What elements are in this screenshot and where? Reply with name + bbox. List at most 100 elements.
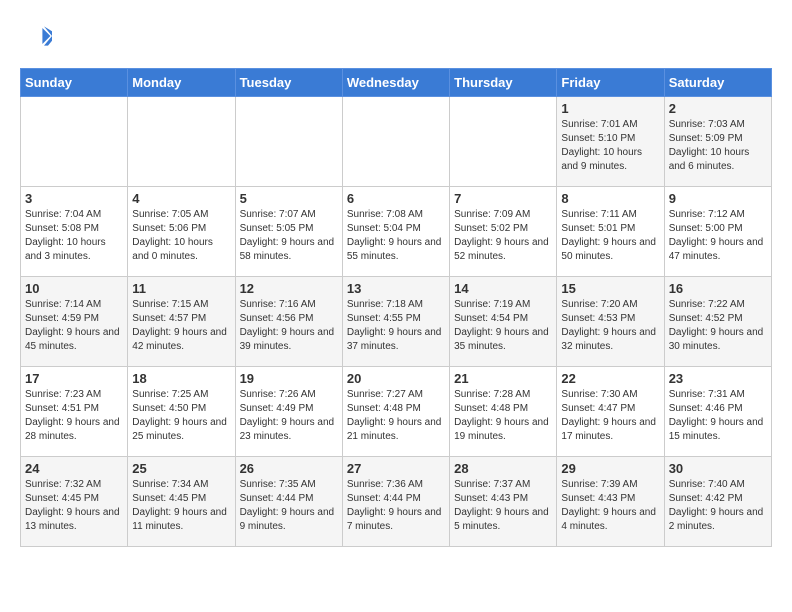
calendar-cell: 15 Sunrise: 7:20 AM Sunset: 4:53 PM Dayli… bbox=[557, 277, 664, 367]
calendar-cell: 26 Sunrise: 7:35 AM Sunset: 4:44 PM Dayli… bbox=[235, 457, 342, 547]
calendar-cell: 4 Sunrise: 7:05 AM Sunset: 5:06 PM Daylig… bbox=[128, 187, 235, 277]
day-number: 15 bbox=[561, 281, 659, 296]
day-number: 13 bbox=[347, 281, 445, 296]
weekday-header-sunday: Sunday bbox=[21, 69, 128, 97]
day-number: 24 bbox=[25, 461, 123, 476]
day-number: 7 bbox=[454, 191, 552, 206]
calendar-cell: 11Sunrise: 7:15 AM Sunset: 4:57 PM Dayli… bbox=[128, 277, 235, 367]
day-number: 10 bbox=[25, 281, 123, 296]
day-info: Sunrise: 7:39 AM Sunset: 4:43 PM Dayligh… bbox=[561, 478, 659, 534]
day-number: 6 bbox=[347, 191, 445, 206]
day-info: Sunrise: 7:37 AM Sunset: 4:43 PM Dayligh… bbox=[454, 478, 552, 534]
logo-icon bbox=[20, 20, 52, 52]
day-info: Sunrise: 7:30 AM Sunset: 4:47 PM Dayligh… bbox=[561, 388, 659, 444]
day-number: 17 bbox=[25, 371, 123, 386]
calendar-cell: 30 Sunrise: 7:40 AM Sunset: 4:42 PM Dayli… bbox=[664, 457, 771, 547]
day-number: 19 bbox=[240, 371, 338, 386]
day-info: Sunrise: 7:07 AM Sunset: 5:05 PM Dayligh… bbox=[240, 208, 338, 264]
day-info: Sunrise: 7:19 AM Sunset: 4:54 PM Dayligh… bbox=[454, 298, 552, 354]
day-info: Sunrise: 7:08 AM Sunset: 5:04 PM Dayligh… bbox=[347, 208, 445, 264]
day-info: Sunrise: 7:35 AM Sunset: 4:44 PM Dayligh… bbox=[240, 478, 338, 534]
day-info: Sunrise: 7:12 AM Sunset: 5:00 PM Dayligh… bbox=[669, 208, 767, 264]
day-number: 27 bbox=[347, 461, 445, 476]
day-info: Sunrise: 7:40 AM Sunset: 4:42 PM Dayligh… bbox=[669, 478, 767, 534]
weekday-header-friday: Friday bbox=[557, 69, 664, 97]
logo bbox=[20, 20, 56, 52]
day-number: 16 bbox=[669, 281, 767, 296]
day-number: 29 bbox=[561, 461, 659, 476]
calendar-cell: 10Sunrise: 7:14 AM Sunset: 4:59 PM Dayli… bbox=[21, 277, 128, 367]
day-info: Sunrise: 7:03 AM Sunset: 5:09 PM Dayligh… bbox=[669, 118, 767, 174]
day-number: 3 bbox=[25, 191, 123, 206]
weekday-header-saturday: Saturday bbox=[664, 69, 771, 97]
day-number: 18 bbox=[132, 371, 230, 386]
day-number: 26 bbox=[240, 461, 338, 476]
weekday-header-thursday: Thursday bbox=[450, 69, 557, 97]
calendar-table: SundayMondayTuesdayWednesdayThursdayFrid… bbox=[20, 68, 772, 547]
day-info: Sunrise: 7:01 AM Sunset: 5:10 PM Dayligh… bbox=[561, 118, 659, 174]
day-info: Sunrise: 7:27 AM Sunset: 4:48 PM Dayligh… bbox=[347, 388, 445, 444]
day-number: 23 bbox=[669, 371, 767, 386]
day-info: Sunrise: 7:16 AM Sunset: 4:56 PM Dayligh… bbox=[240, 298, 338, 354]
calendar-cell: 5 Sunrise: 7:07 AM Sunset: 5:05 PM Daylig… bbox=[235, 187, 342, 277]
day-info: Sunrise: 7:32 AM Sunset: 4:45 PM Dayligh… bbox=[25, 478, 123, 534]
page-header bbox=[20, 20, 772, 52]
day-info: Sunrise: 7:36 AM Sunset: 4:44 PM Dayligh… bbox=[347, 478, 445, 534]
calendar-cell: 20 Sunrise: 7:27 AM Sunset: 4:48 PM Dayli… bbox=[342, 367, 449, 457]
calendar-cell: 29 Sunrise: 7:39 AM Sunset: 4:43 PM Dayli… bbox=[557, 457, 664, 547]
calendar-cell: 8 Sunrise: 7:11 AM Sunset: 5:01 PM Daylig… bbox=[557, 187, 664, 277]
weekday-header-tuesday: Tuesday bbox=[235, 69, 342, 97]
calendar-cell bbox=[128, 97, 235, 187]
calendar-cell: 14 Sunrise: 7:19 AM Sunset: 4:54 PM Dayli… bbox=[450, 277, 557, 367]
calendar-cell: 13 Sunrise: 7:18 AM Sunset: 4:55 PM Dayli… bbox=[342, 277, 449, 367]
calendar-cell: 23 Sunrise: 7:31 AM Sunset: 4:46 PM Dayli… bbox=[664, 367, 771, 457]
day-info: Sunrise: 7:23 AM Sunset: 4:51 PM Dayligh… bbox=[25, 388, 123, 444]
calendar-cell: 16 Sunrise: 7:22 AM Sunset: 4:52 PM Dayli… bbox=[664, 277, 771, 367]
day-info: Sunrise: 7:25 AM Sunset: 4:50 PM Dayligh… bbox=[132, 388, 230, 444]
day-number: 25 bbox=[132, 461, 230, 476]
day-info: Sunrise: 7:31 AM Sunset: 4:46 PM Dayligh… bbox=[669, 388, 767, 444]
calendar-cell: 28 Sunrise: 7:37 AM Sunset: 4:43 PM Dayli… bbox=[450, 457, 557, 547]
day-number: 14 bbox=[454, 281, 552, 296]
calendar-cell: 2 Sunrise: 7:03 AM Sunset: 5:09 PM Daylig… bbox=[664, 97, 771, 187]
day-info: Sunrise: 7:26 AM Sunset: 4:49 PM Dayligh… bbox=[240, 388, 338, 444]
day-number: 1 bbox=[561, 101, 659, 116]
day-number: 2 bbox=[669, 101, 767, 116]
calendar-cell: 24 Sunrise: 7:32 AM Sunset: 4:45 PM Dayli… bbox=[21, 457, 128, 547]
day-number: 11 bbox=[132, 281, 230, 296]
calendar-cell bbox=[342, 97, 449, 187]
day-info: Sunrise: 7:34 AM Sunset: 4:45 PM Dayligh… bbox=[132, 478, 230, 534]
day-number: 5 bbox=[240, 191, 338, 206]
calendar-cell: 19 Sunrise: 7:26 AM Sunset: 4:49 PM Dayli… bbox=[235, 367, 342, 457]
day-info: Sunrise: 7:18 AM Sunset: 4:55 PM Dayligh… bbox=[347, 298, 445, 354]
calendar-cell: 25 Sunrise: 7:34 AM Sunset: 4:45 PM Dayli… bbox=[128, 457, 235, 547]
day-number: 4 bbox=[132, 191, 230, 206]
day-info: Sunrise: 7:09 AM Sunset: 5:02 PM Dayligh… bbox=[454, 208, 552, 264]
calendar-cell: 3 Sunrise: 7:04 AM Sunset: 5:08 PM Daylig… bbox=[21, 187, 128, 277]
calendar-cell: 17 Sunrise: 7:23 AM Sunset: 4:51 PM Dayli… bbox=[21, 367, 128, 457]
day-number: 20 bbox=[347, 371, 445, 386]
day-info: Sunrise: 7:04 AM Sunset: 5:08 PM Dayligh… bbox=[25, 208, 123, 264]
calendar-cell bbox=[235, 97, 342, 187]
calendar-cell: 1 Sunrise: 7:01 AM Sunset: 5:10 PM Daylig… bbox=[557, 97, 664, 187]
day-number: 12 bbox=[240, 281, 338, 296]
calendar-cell: 27 Sunrise: 7:36 AM Sunset: 4:44 PM Dayli… bbox=[342, 457, 449, 547]
day-number: 28 bbox=[454, 461, 552, 476]
day-number: 30 bbox=[669, 461, 767, 476]
weekday-header-monday: Monday bbox=[128, 69, 235, 97]
day-number: 21 bbox=[454, 371, 552, 386]
calendar-cell: 21Sunrise: 7:28 AM Sunset: 4:48 PM Dayli… bbox=[450, 367, 557, 457]
calendar-cell: 6 Sunrise: 7:08 AM Sunset: 5:04 PM Daylig… bbox=[342, 187, 449, 277]
day-info: Sunrise: 7:20 AM Sunset: 4:53 PM Dayligh… bbox=[561, 298, 659, 354]
calendar-cell: 18 Sunrise: 7:25 AM Sunset: 4:50 PM Dayli… bbox=[128, 367, 235, 457]
day-number: 8 bbox=[561, 191, 659, 206]
calendar-cell: 22 Sunrise: 7:30 AM Sunset: 4:47 PM Dayli… bbox=[557, 367, 664, 457]
calendar-cell bbox=[450, 97, 557, 187]
day-info: Sunrise: 7:05 AM Sunset: 5:06 PM Dayligh… bbox=[132, 208, 230, 264]
day-number: 22 bbox=[561, 371, 659, 386]
day-info: Sunrise: 7:22 AM Sunset: 4:52 PM Dayligh… bbox=[669, 298, 767, 354]
calendar-cell: 7 Sunrise: 7:09 AM Sunset: 5:02 PM Daylig… bbox=[450, 187, 557, 277]
day-number: 9 bbox=[669, 191, 767, 206]
calendar-cell: 12 Sunrise: 7:16 AM Sunset: 4:56 PM Dayli… bbox=[235, 277, 342, 367]
day-info: Sunrise: 7:11 AM Sunset: 5:01 PM Dayligh… bbox=[561, 208, 659, 264]
